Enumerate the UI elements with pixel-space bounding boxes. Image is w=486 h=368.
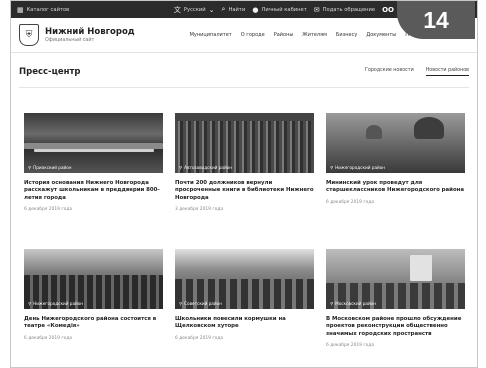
search-icon: ⌕ <box>221 5 226 13</box>
district-tag-label: Приокский район <box>33 165 72 170</box>
appeal-label: Подать обращение <box>322 6 376 13</box>
pin-icon: ⚲ <box>28 301 32 306</box>
grid-icon: ▦ <box>17 5 24 14</box>
appeal-link[interactable]: ✉ Подать обращение <box>314 6 375 14</box>
news-photo: ⚲ Советский район <box>175 249 314 309</box>
news-card[interactable]: ⚲ Нижегородский район Мининский урок пров… <box>326 113 465 205</box>
news-photo: ⚲ Московский район <box>326 249 465 309</box>
pin-icon: ⚲ <box>179 165 183 170</box>
nav-item-municipality[interactable]: Муниципалитет <box>190 32 232 38</box>
glasses-icon: OO <box>382 5 394 14</box>
news-title[interactable]: Школьники повесили кормушки на Щелковско… <box>175 316 314 331</box>
language-label: Русский <box>183 6 206 13</box>
catalog-link[interactable]: ▦ Каталог сайтов <box>17 6 69 14</box>
news-card[interactable]: ⚲ Московский район В Московском районе пр… <box>326 249 465 348</box>
vision-toggle[interactable]: OO <box>382 6 394 14</box>
district-tag-label: Советский район <box>184 301 222 306</box>
news-title[interactable]: Мининский урок проведут для старшеклассн… <box>326 180 465 195</box>
news-title[interactable]: В Московском районе прошло обсуждение пр… <box>326 316 465 338</box>
nav-item-districts[interactable]: Районы <box>274 32 294 38</box>
news-title[interactable]: История основания Нижнего Новгорода расс… <box>24 180 163 202</box>
page-title: Пресс-центр <box>19 67 81 77</box>
news-date: 6 декабря 2019 года <box>175 335 224 341</box>
translate-icon: 文 <box>173 5 181 14</box>
search-label: Найти <box>228 6 246 13</box>
nav-item-documents[interactable]: Документы <box>366 32 396 38</box>
news-photo: ⚲ Нижегородский район <box>24 249 163 309</box>
district-tag: ⚲ Нижегородский район <box>330 165 385 170</box>
cabinet-link[interactable]: ● Личный кабинет <box>252 6 306 14</box>
site-subtitle: Официальный сайт <box>45 38 95 43</box>
tab-city-news[interactable]: Городские новости <box>365 68 414 76</box>
language-select[interactable]: 文 Русский ⌄ <box>174 5 215 15</box>
site-title-block[interactable]: Нижний Новгород Официальный сайт <box>45 27 135 43</box>
district-tag-label: Московский район <box>335 301 376 306</box>
district-tag-label: Нижегородский район <box>335 165 386 170</box>
news-title[interactable]: Почти 200 должников вернули просроченные… <box>175 180 314 202</box>
browser-frame: ▦ Каталог сайтов 文 Русский ⌄ ⌕ Найти ● Л… <box>10 0 478 368</box>
news-date: 6 декабря 2019 года <box>24 335 73 341</box>
district-tag: ⚲ Московский район <box>330 301 376 306</box>
news-photo: ⚲ Нижегородский район <box>326 113 465 173</box>
pin-icon: ⚲ <box>28 165 32 170</box>
site-title: Нижний Новгород <box>45 27 135 37</box>
district-tag-label: Автозаводский район <box>184 165 232 170</box>
news-date: 6 декабря 2019 года <box>24 207 73 213</box>
city-crest-logo[interactable]: ⛨ <box>19 24 39 46</box>
cabinet-label: Личный кабинет <box>261 6 307 13</box>
nav-item-residents[interactable]: Жителям <box>302 32 327 38</box>
news-card[interactable]: ⚲ Автозаводский район Почти 200 должников… <box>175 113 314 212</box>
nav-item-about-city[interactable]: О городе <box>241 32 265 38</box>
news-date: 3 декабря 2019 года <box>175 207 224 213</box>
news-date: 6 декабря 2019 года <box>326 343 375 349</box>
pin-icon: ⚲ <box>179 301 183 306</box>
news-photo: ⚲ Приокский район <box>24 113 163 173</box>
tab-district-news[interactable]: Новости районов <box>425 68 469 76</box>
news-card[interactable]: ⚲ Нижегородский район День Нижегородского… <box>24 249 163 341</box>
district-tag: ⚲ Автозаводский район <box>179 165 232 170</box>
nav-item-business[interactable]: Бизнесу <box>336 32 357 38</box>
pin-icon: ⚲ <box>330 301 334 306</box>
district-tag-label: Нижегородский район <box>33 301 84 306</box>
pin-icon: ⚲ <box>330 165 334 170</box>
news-card[interactable]: ⚲ Приокский район История основания Нижне… <box>24 113 163 212</box>
chevron-down-icon: ⌄ <box>208 5 215 14</box>
page-number: 14 <box>423 6 449 33</box>
district-tag: ⚲ Нижегородский район <box>28 301 83 306</box>
catalog-label: Каталог сайтов <box>26 6 70 13</box>
news-tabs: Городские новости Новости районов <box>365 68 469 76</box>
user-icon: ● <box>252 5 259 14</box>
news-card[interactable]: ⚲ Советский район Школьники повесили корм… <box>175 249 314 341</box>
page-heading-row: Пресс-центр Городские новости Новости ра… <box>19 57 469 88</box>
district-tag: ⚲ Советский район <box>179 301 222 306</box>
news-title[interactable]: День Нижегородского района состоится в т… <box>24 316 163 331</box>
search-link[interactable]: ⌕ Найти <box>222 5 246 14</box>
news-photo: ⚲ Автозаводский район <box>175 113 314 173</box>
news-date: 6 декабря 2019 года <box>326 199 375 205</box>
page-number-badge: 14 <box>397 1 475 39</box>
mail-icon: ✉ <box>313 5 320 14</box>
district-tag: ⚲ Приокский район <box>28 165 72 170</box>
